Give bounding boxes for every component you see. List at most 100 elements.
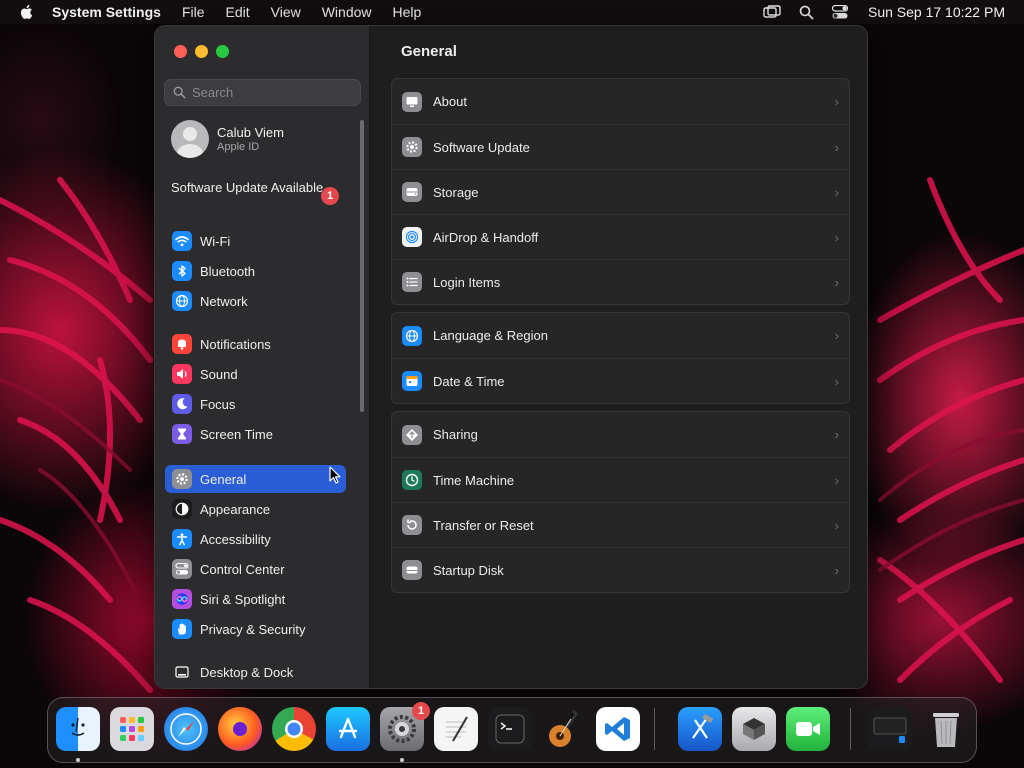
finder-icon[interactable] [56,707,100,751]
sidebar-item-accessibility[interactable]: Accessibility [165,525,346,553]
chevron-right-icon: › [834,230,839,245]
sidebar-item-screen-time[interactable]: Screen Time [165,420,346,448]
dock-icon [172,662,192,682]
sidebar-item-general[interactable]: General [165,465,346,493]
profile-subtitle: Apple ID [217,141,260,153]
firefox-icon[interactable] [218,707,262,751]
menu-help[interactable]: Help [393,4,422,20]
chevron-right-icon: › [834,94,839,109]
globe-icon [172,291,192,311]
time-machine-icon [402,470,422,490]
settings-row-label: Date & Time [433,373,505,389]
settings-row-label: Startup Disk [433,562,504,578]
apple-logo-icon[interactable] [18,3,36,21]
chevron-right-icon: › [834,374,839,389]
chevron-right-icon: › [834,140,839,155]
sidebar-item-sound[interactable]: Sound [165,360,346,388]
control-center-icon [172,559,192,579]
settings-row-sharing[interactable]: Sharing › [392,412,849,457]
settings-row-software-update[interactable]: Software Update › [392,124,849,169]
menu-view[interactable]: View [271,4,301,20]
sidebar-item-label: Bluetooth [200,263,255,279]
sidebar-item-notifications[interactable]: Notifications [165,330,346,358]
settings-notification-badge: 1 [412,702,430,720]
settings-group: Sharing › Time Machine › Transfer or Reset › S… [391,411,850,593]
facetime-icon[interactable] [786,707,830,751]
menu-app-name[interactable]: System Settings [52,4,161,20]
settings-row-time-machine[interactable]: Time Machine › [392,457,849,502]
globe-icon [402,325,422,346]
siri-icon [172,589,192,609]
hourglass-icon [172,424,192,444]
chevron-right-icon: › [834,473,839,488]
sidebar-item-appearance[interactable]: Appearance [165,495,346,523]
menu-clock[interactable]: Sun Sep 17 10:22 PM [868,4,1005,20]
menu-edit[interactable]: Edit [226,4,250,20]
app-store-icon[interactable] [326,707,370,751]
sidebar-item-label: Network [200,293,248,309]
close-window-button[interactable] [174,45,187,58]
settings-row-storage[interactable]: Storage › [392,169,849,214]
search-input[interactable] [192,85,352,100]
gear-icon [172,469,192,489]
settings-row-startup-disk[interactable]: Startup Disk › [392,547,849,592]
screen-sharing-icon[interactable] [868,707,912,751]
xcode-icon[interactable] [678,707,722,751]
settings-row-airdrop-handoff[interactable]: AirDrop & Handoff › [392,214,849,259]
settings-row-label: Time Machine [433,472,515,488]
settings-row-transfer-or-reset[interactable]: Transfer or Reset › [392,502,849,547]
running-indicator [76,758,80,762]
spotlight-search-icon[interactable] [796,4,816,20]
sidebar-item-focus[interactable]: Focus [165,390,346,418]
sidebar-item-bluetooth[interactable]: Bluetooth [165,257,346,285]
sidebar-item-desktop-dock[interactable]: Desktop & Dock [165,658,346,686]
main-content: General About › Software Update › Storage › Ai… [371,26,867,688]
search-field[interactable] [164,79,361,106]
dock-separator [850,708,851,750]
software-update-available[interactable]: Software Update Available [171,180,341,196]
zoom-window-button[interactable] [216,45,229,58]
chevron-right-icon: › [834,328,839,343]
control-center-icon[interactable] [830,4,850,20]
settings-row-label: Language & Region [433,328,548,343]
chevron-right-icon: › [834,518,839,533]
sidebar-item-label: Control Center [200,561,285,577]
sidebar-scrollbar[interactable] [360,120,364,412]
menu-window[interactable]: Window [322,4,372,20]
launchpad-icon[interactable] [110,707,154,751]
sidebar-item-label: Accessibility [200,531,271,547]
settings-row-label: AirDrop & Handoff [433,229,539,245]
screen-mirroring-icon[interactable] [762,4,782,20]
sidebar-item-label: Wi-Fi [200,233,231,249]
settings-row-about[interactable]: About › [392,79,849,124]
sidebar-item-network[interactable]: Network [165,287,346,315]
textedit-icon[interactable] [434,707,478,751]
speaker-icon [172,364,192,384]
sidebar-item-privacy-security[interactable]: Privacy & Security [165,615,346,643]
settings-group: Language & Region › Date & Time › [391,312,850,404]
accessibility-icon [172,529,192,549]
trash-icon[interactable] [924,707,968,751]
sidebar-item-label: Sound [200,366,238,382]
minimize-window-button[interactable] [195,45,208,58]
boot-camp-assistant-icon[interactable] [732,707,776,751]
garageband-icon[interactable] [542,707,586,751]
chevron-right-icon: › [834,185,839,200]
terminal-icon[interactable] [488,707,532,751]
sidebar-item-siri-spotlight[interactable]: Siri & Spotlight [165,585,346,613]
chrome-icon[interactable] [272,707,316,751]
settings-row-label: Login Items [433,274,501,290]
safari-icon[interactable] [164,707,208,751]
sidebar-item-label: Notifications [200,336,271,352]
menu-file[interactable]: File [182,4,205,20]
hand-icon [172,619,192,639]
settings-row-login-items[interactable]: Login Items › [392,259,849,304]
apple-id-profile[interactable]: Calub Viem Apple ID [171,120,284,158]
settings-row-language-region[interactable]: Language & Region › [392,313,849,358]
sidebar-item-wi-fi[interactable]: Wi-Fi [165,227,346,255]
settings-row-date-time[interactable]: Date & Time › [392,358,849,403]
sidebar-item-label: Desktop & Dock [200,664,294,680]
bell-icon [172,334,192,354]
sidebar-item-control-center[interactable]: Control Center [165,555,346,583]
visual-studio-code-icon[interactable] [596,707,640,751]
